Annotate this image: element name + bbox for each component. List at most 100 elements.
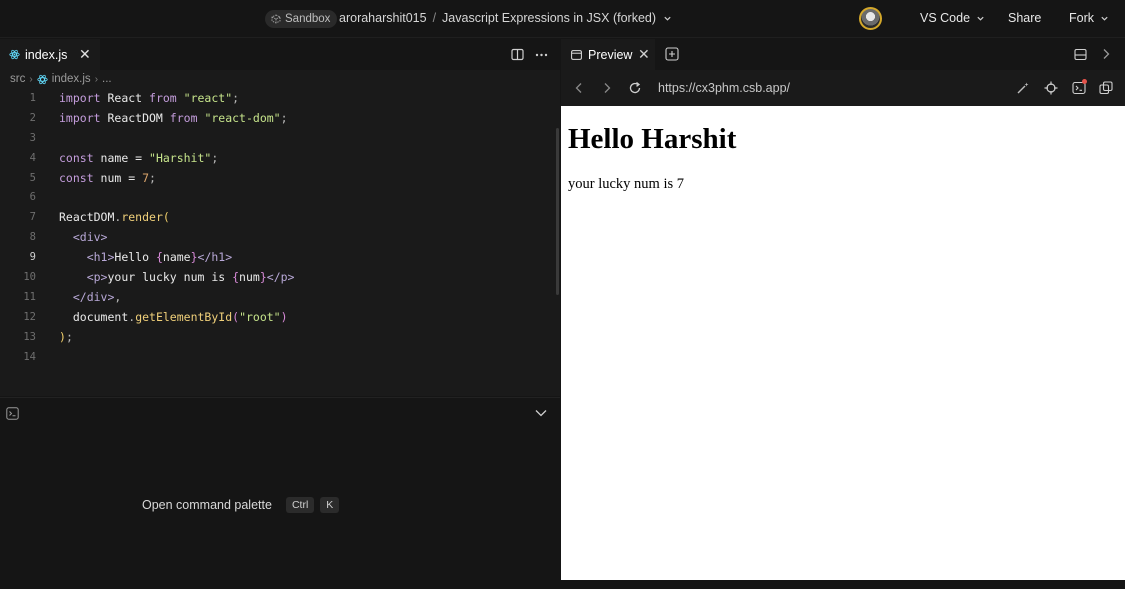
reload-icon[interactable]	[628, 81, 642, 95]
code-token: document	[72, 309, 129, 324]
close-icon[interactable]: ✕	[638, 47, 650, 61]
code-line[interactable]: 2 import ReactDOM from "react-dom";	[0, 109, 556, 129]
chevron-down-icon[interactable]	[535, 409, 547, 417]
code-line[interactable]: 4 const name = "Harshit";	[0, 149, 556, 169]
code-token: from	[149, 91, 177, 105]
add-tab-icon[interactable]	[665, 47, 679, 61]
code-token: num =	[93, 170, 143, 185]
terminal-icon[interactable]	[6, 407, 19, 420]
code-token: {	[155, 250, 163, 265]
code-line[interactable]: 5 const num = 7;	[0, 169, 556, 189]
line-number: 2	[29, 111, 36, 124]
breadcrumb-file[interactable]: index.js	[52, 73, 91, 85]
breadcrumb-src[interactable]: src	[10, 73, 25, 85]
cube-icon	[271, 14, 281, 24]
keyboard-key-ctrl: Ctrl	[285, 497, 315, 513]
code-token: }	[259, 270, 267, 285]
project-breadcrumb[interactable]: aroraharshit015 / Javascript Expressions…	[339, 11, 672, 25]
editor-scrollbar[interactable]	[556, 128, 559, 295]
chevron-right-icon[interactable]	[1102, 48, 1110, 60]
keyboard-key-k: K	[320, 497, 340, 513]
close-icon[interactable]: ✕	[79, 47, 91, 61]
code-token: ;	[149, 170, 156, 185]
tab-preview[interactable]: Preview ✕	[561, 39, 655, 70]
terminal-pane: Open command palette Ctrl K	[0, 397, 560, 589]
code-token: </div>	[72, 289, 115, 304]
chevron-down-icon	[977, 16, 984, 21]
code-token: import	[59, 91, 101, 105]
preview-tab-label: Preview	[588, 47, 633, 62]
code-token: "root"	[239, 309, 281, 324]
breadcrumb-more[interactable]: ...	[102, 73, 112, 85]
code-token: ;	[280, 110, 288, 125]
code-line[interactable]: 6	[0, 188, 556, 208]
code-line[interactable]: 8 <div>	[0, 228, 556, 248]
chevron-down-icon[interactable]	[663, 14, 672, 23]
code-line[interactable]: 1 import React from "react";	[0, 89, 556, 109]
back-arrow-icon[interactable]	[575, 82, 583, 94]
code-token: )	[280, 309, 288, 324]
line-number: 9	[29, 251, 36, 264]
vscode-button[interactable]: VS Code	[920, 11, 985, 25]
chevron-down-icon	[1101, 16, 1108, 21]
code-line[interactable]: 10 <p>your lucky num is {num}</p>	[0, 268, 556, 288]
code-line[interactable]: 7 ReactDOM.render(	[0, 208, 556, 228]
code-line[interactable]: 14	[0, 348, 556, 368]
tab-index-js[interactable]: index.js ✕	[0, 39, 100, 70]
fork-button[interactable]: Fork	[1069, 11, 1109, 25]
line-number: 14	[23, 350, 36, 363]
code-token: "react"	[183, 91, 233, 105]
code-editor[interactable]: 1 import React from "react"; 2 import Reac…	[0, 89, 556, 367]
code-line[interactable]: 11 </div>,	[0, 288, 556, 308]
magic-wand-icon[interactable]	[1016, 81, 1030, 95]
popout-window-icon[interactable]	[1099, 81, 1113, 95]
code-token: your lucky num is	[107, 270, 233, 285]
code-token: <p>	[86, 270, 108, 285]
share-button[interactable]: Share	[1008, 11, 1041, 25]
code-token: getElementById	[135, 309, 233, 324]
code-token: "Harshit"	[149, 150, 212, 165]
layout-toggle-icon[interactable]	[1074, 48, 1087, 61]
sandbox-badge[interactable]: Sandbox	[265, 10, 338, 28]
browser-window-icon	[571, 49, 582, 60]
url-field[interactable]: https://cx3phm.csb.app/	[658, 81, 790, 95]
project-title[interactable]: Javascript Expressions in JSX (forked)	[442, 11, 656, 25]
code-line[interactable]: 3	[0, 129, 556, 149]
code-line[interactable]: 13);	[0, 328, 556, 348]
line-number: 5	[29, 171, 36, 184]
code-token: </h1>	[197, 250, 233, 265]
code-token: <div>	[72, 230, 108, 245]
forward-arrow-icon[interactable]	[603, 82, 611, 94]
react-icon	[9, 49, 20, 60]
code-token: ReactDOM	[100, 110, 170, 125]
line-number: 11	[23, 290, 36, 303]
split-editor-icon[interactable]	[511, 48, 524, 61]
owner-name[interactable]: aroraharshit015	[339, 11, 427, 25]
more-options-icon[interactable]	[535, 53, 548, 57]
code-line[interactable]: 9 <h1>Hello {name}</h1>	[0, 248, 556, 268]
fork-label: Fork	[1069, 11, 1094, 25]
code-token: "react-dom"	[204, 110, 281, 125]
line-number: 10	[23, 271, 36, 284]
code-token: ;	[65, 329, 73, 344]
status-bar	[561, 580, 1125, 589]
file-breadcrumb: src › index.js › ...	[10, 72, 112, 86]
line-number: 12	[23, 310, 36, 323]
editor-pane: index.js ✕ src › index.js › ... 1 import …	[0, 39, 560, 396]
inspect-crosshair-icon[interactable]	[1044, 81, 1058, 95]
code-token: ;	[211, 150, 219, 165]
code-line[interactable]: 12 document.getElementById("root")	[0, 308, 556, 328]
code-token: import	[59, 110, 101, 125]
line-number: 1	[29, 92, 36, 104]
code-token: const	[59, 150, 94, 165]
command-palette-hint[interactable]: Open command palette Ctrl K	[142, 497, 340, 513]
code-token: name	[162, 250, 191, 265]
preview-webview[interactable]: Hello Harshit your lucky num is 7	[561, 106, 1125, 580]
line-number: 7	[29, 211, 36, 224]
avatar[interactable]	[859, 7, 882, 30]
code-token: Hello	[114, 250, 156, 265]
line-number: 3	[29, 131, 36, 144]
code-token: render	[121, 210, 163, 225]
top-bar: Sandbox aroraharshit015 / Javascript Exp…	[0, 0, 1125, 38]
